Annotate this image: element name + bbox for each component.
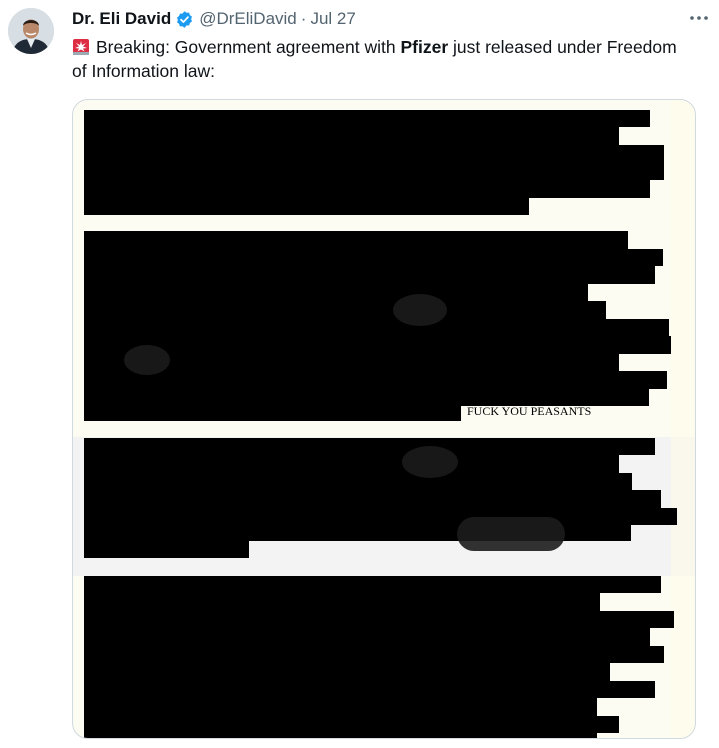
tweet-text-start: Breaking: Government agreement with bbox=[96, 37, 401, 57]
more-icon[interactable] bbox=[687, 8, 711, 28]
avatar-image bbox=[8, 8, 54, 54]
separator-dot: · bbox=[300, 9, 307, 28]
tweet-header: Dr. Eli David @DrEliDavid · Jul 27 bbox=[72, 8, 711, 30]
tweet-media[interactable]: FUCK YOU PEASANTS bbox=[72, 99, 696, 739]
siren-emoji bbox=[72, 38, 90, 56]
verified-badge-icon bbox=[175, 10, 194, 29]
redaction-block-1 bbox=[84, 110, 664, 215]
timestamp[interactable]: Jul 27 bbox=[310, 9, 355, 29]
redaction-block-2 bbox=[84, 231, 671, 421]
handle[interactable]: @DrEliDavid bbox=[199, 9, 297, 29]
avatar[interactable] bbox=[8, 8, 54, 54]
document-text: FUCK YOU PEASANTS bbox=[467, 404, 591, 418]
redacted-document-image: FUCK YOU PEASANTS bbox=[73, 100, 695, 738]
tweet-text-bold: Pfizer bbox=[400, 37, 449, 57]
display-name[interactable]: Dr. Eli David bbox=[72, 9, 171, 29]
redaction-block-3 bbox=[84, 438, 677, 558]
redaction-block-4 bbox=[84, 576, 674, 738]
tweet-text: Breaking: Government agreement with Pfiz… bbox=[72, 35, 692, 83]
